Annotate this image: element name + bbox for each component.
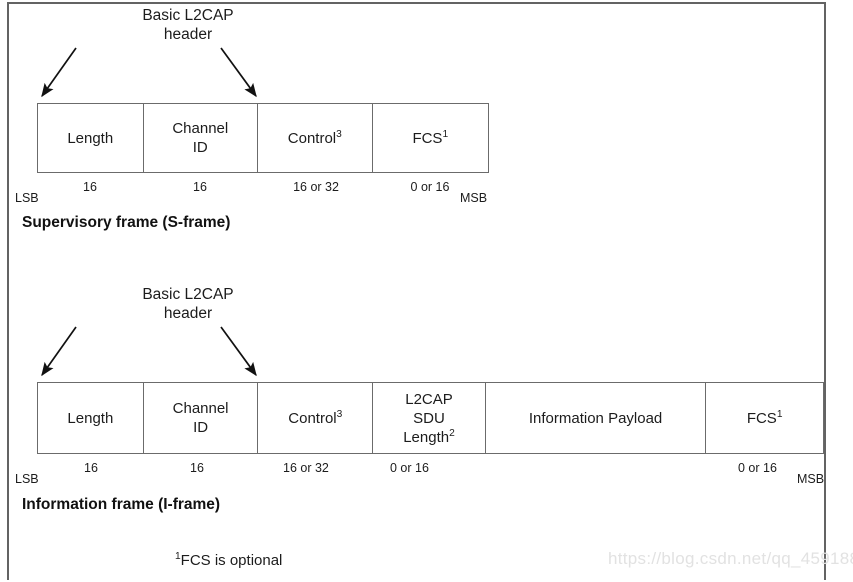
sframe-msb-label: MSB: [460, 191, 488, 205]
iframe-header-line1: Basic L2CAP: [142, 286, 234, 303]
iframe-cell-length: Length: [38, 383, 144, 453]
iframe-msb-label: MSB: [797, 472, 825, 486]
figure-footnote: 1FCS is optional: [175, 551, 283, 569]
iframe-bits-l2cap-sdu-length: 0 or 16: [390, 461, 429, 475]
sframe-caption: Supervisory frame (S-frame): [22, 214, 231, 231]
iframe-box: Length Channel ID Control3 L2CAP SDU Length…: [37, 382, 824, 454]
iframe-cell-fcs: FCS1: [706, 383, 823, 453]
iframe-arrow-right: [220, 326, 257, 377]
iframe-bits-fcs: 0 or 16: [738, 461, 777, 475]
sframe-cell-channel-id-label: Channel ID: [172, 120, 229, 156]
figure-footnote-text: FCS is optional: [180, 552, 283, 569]
sframe-cell-length-label: Length: [67, 129, 114, 147]
iframe-bits-control: 16 or 32: [283, 461, 329, 475]
iframe-basic-header-label: Basic L2CAP header: [88, 285, 288, 323]
sframe-cell-control: Control3: [258, 104, 373, 172]
sframe-arrow-left: [41, 47, 77, 98]
iframe-cell-fcs-label: FCS1: [746, 408, 783, 427]
sframe-lsb-label: LSB: [15, 191, 39, 205]
sframe-box: Length Channel ID Control3 FCS1: [37, 103, 489, 173]
iframe-cell-information-payload: Information Payload: [486, 383, 707, 453]
sframe-arrow-right: [220, 47, 257, 98]
iframe-cell-length-label: Length: [67, 409, 114, 427]
iframe-cell-channel-id: Channel ID: [144, 383, 259, 453]
sframe-bits-channel-id: 16: [193, 180, 207, 194]
sframe-cell-fcs: FCS1: [373, 104, 488, 172]
watermark: https://blog.csdn.net/qq_45918842: [608, 549, 853, 568]
sframe-cell-length: Length: [38, 104, 144, 172]
sframe-header-line1: Basic L2CAP: [142, 7, 234, 24]
sframe-cell-fcs-label: FCS1: [412, 128, 449, 147]
iframe-lsb-label: LSB: [15, 472, 39, 486]
l2cap-frame-figure: Basic L2CAP header Length Channel ID Cont…: [0, 0, 853, 582]
sframe-basic-header-label: Basic L2CAP header: [88, 6, 288, 44]
iframe-bits-length: 16: [84, 461, 98, 475]
sframe-bits-row: 16 16 16 or 32 0 or 16: [0, 180, 853, 198]
iframe-arrow-left: [41, 326, 77, 377]
sframe-bits-control: 16 or 32: [293, 180, 339, 194]
iframe-cell-l2cap-sdu-length: L2CAP SDU Length2: [373, 383, 486, 453]
iframe-cell-channel-id-label: Channel ID: [172, 400, 229, 436]
iframe-cell-information-payload-label: Information Payload: [528, 409, 663, 427]
iframe-header-line2: header: [163, 305, 213, 322]
sframe-bits-fcs: 0 or 16: [410, 180, 450, 194]
iframe-caption: Information frame (I-frame): [22, 496, 221, 513]
sframe-header-line2: header: [163, 26, 213, 43]
iframe-cell-l2cap-sdu-length-label: L2CAP SDU Length2: [403, 390, 455, 446]
iframe-cell-control: Control3: [258, 383, 374, 453]
sframe-cell-channel-id: Channel ID: [144, 104, 259, 172]
sframe-cell-control-label: Control3: [287, 128, 342, 147]
sframe-bits-length: 16: [83, 180, 97, 194]
iframe-bits-row: 16 16 16 or 32 0 or 16 0 or 16: [0, 461, 853, 479]
iframe-cell-control-label: Control3: [288, 408, 343, 427]
iframe-bits-channel-id: 16: [190, 461, 204, 475]
